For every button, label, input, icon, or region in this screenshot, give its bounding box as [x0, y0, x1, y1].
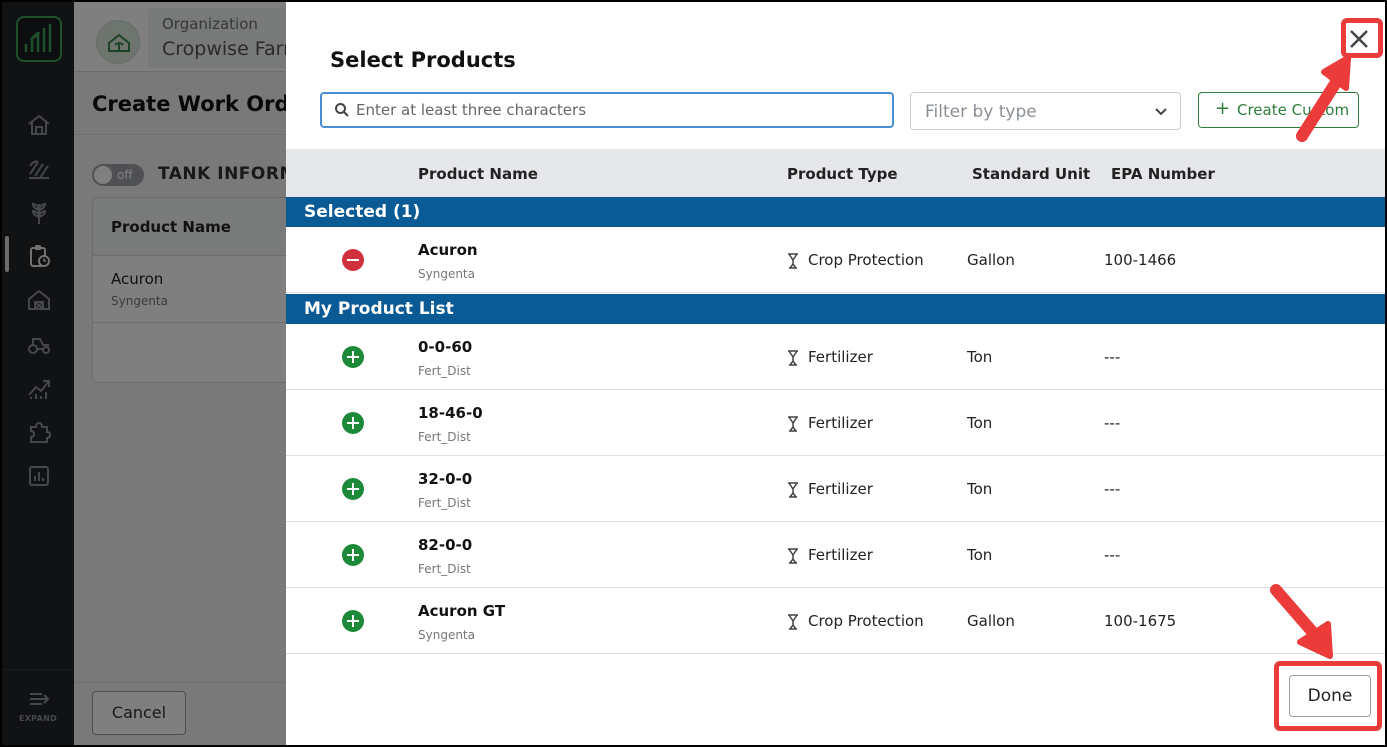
product-type-label: Fertilizer	[808, 414, 873, 432]
product-type-icon	[788, 350, 798, 366]
selected-section-label: Selected (1)	[304, 202, 421, 222]
close-icon	[1350, 30, 1368, 48]
product-epa: ---	[1104, 348, 1121, 366]
product-epa: ---	[1104, 414, 1121, 432]
search-field[interactable]	[320, 92, 894, 128]
product-maker: Fert_Dist	[418, 496, 471, 510]
product-type-icon	[788, 614, 798, 630]
product-type-label: Fertilizer	[808, 546, 873, 564]
product-epa: 100-1675	[1104, 612, 1177, 630]
add-product-button[interactable]	[342, 610, 364, 632]
add-product-button[interactable]	[342, 346, 364, 368]
product-maker: Fert_Dist	[418, 562, 471, 576]
table-row: Acuron Syngenta Crop Protection Gallon 1…	[286, 227, 1385, 293]
modal-title: Select Products	[330, 48, 516, 72]
close-button[interactable]	[1344, 24, 1374, 54]
product-name: 82-0-0	[418, 536, 473, 554]
product-type-icon	[788, 548, 798, 564]
product-unit: Ton	[967, 546, 993, 564]
screen: EXPAND Organization Cropwise Farm Create…	[2, 2, 1385, 745]
product-name: 32-0-0	[418, 470, 473, 488]
product-epa: ---	[1104, 480, 1121, 498]
product-type-label: Crop Protection	[808, 612, 924, 630]
create-custom-label: Create Custom	[1237, 101, 1350, 119]
product-type-icon	[788, 416, 798, 432]
selected-section-header: Selected (1)	[286, 197, 1385, 227]
column-standard-unit: Standard Unit	[972, 165, 1091, 183]
product-unit: Ton	[967, 348, 993, 366]
product-name: Acuron GT	[418, 602, 506, 620]
my-product-list-label: My Product List	[304, 299, 454, 319]
select-products-modal: Select Products Filter by type + Create …	[286, 2, 1385, 745]
product-epa: ---	[1104, 546, 1121, 564]
product-unit: Ton	[967, 480, 993, 498]
remove-product-button[interactable]	[342, 249, 364, 271]
done-button[interactable]: Done	[1289, 675, 1371, 717]
column-product-type: Product Type	[787, 165, 898, 183]
product-type-label: Fertilizer	[808, 480, 873, 498]
product-type-icon	[788, 253, 798, 269]
product-maker: Fert_Dist	[418, 364, 471, 378]
product-unit: Gallon	[967, 251, 1015, 269]
product-unit: Gallon	[967, 612, 1015, 630]
add-product-button[interactable]	[342, 544, 364, 566]
search-icon	[335, 103, 349, 117]
table-row: Acuron GT Syngenta Crop Protection Gallo…	[286, 588, 1385, 654]
table-row: 18-46-0 Fert_Dist Fertilizer Ton ---	[286, 390, 1385, 456]
product-name: Acuron	[418, 241, 478, 259]
product-epa: 100-1466	[1104, 251, 1177, 269]
filter-placeholder: Filter by type	[925, 102, 1037, 122]
search-input[interactable]	[356, 98, 876, 122]
product-maker: Fert_Dist	[418, 430, 471, 444]
table-header: Product Name Product Type Standard Unit …	[286, 149, 1385, 197]
plus-icon: +	[1215, 98, 1231, 119]
add-product-button[interactable]	[342, 478, 364, 500]
column-product-name: Product Name	[418, 165, 538, 183]
column-epa-number: EPA Number	[1111, 165, 1215, 183]
chevron-down-icon	[1155, 108, 1167, 116]
product-maker: Syngenta	[418, 628, 475, 642]
product-name: 0-0-60	[418, 338, 473, 356]
product-type-icon	[788, 482, 798, 498]
product-maker: Syngenta	[418, 267, 475, 281]
table-row: 0-0-60 Fert_Dist Fertilizer Ton ---	[286, 324, 1385, 390]
product-type-label: Crop Protection	[808, 251, 924, 269]
product-name: 18-46-0	[418, 404, 483, 422]
my-product-list-header: My Product List	[286, 294, 1385, 324]
create-custom-button[interactable]: + Create Custom	[1198, 92, 1359, 128]
add-product-button[interactable]	[342, 412, 364, 434]
product-type-label: Fertilizer	[808, 348, 873, 366]
table-row: 82-0-0 Fert_Dist Fertilizer Ton ---	[286, 522, 1385, 588]
filter-by-type-select[interactable]: Filter by type	[910, 92, 1181, 130]
product-unit: Ton	[967, 414, 993, 432]
table-row: 32-0-0 Fert_Dist Fertilizer Ton ---	[286, 456, 1385, 522]
